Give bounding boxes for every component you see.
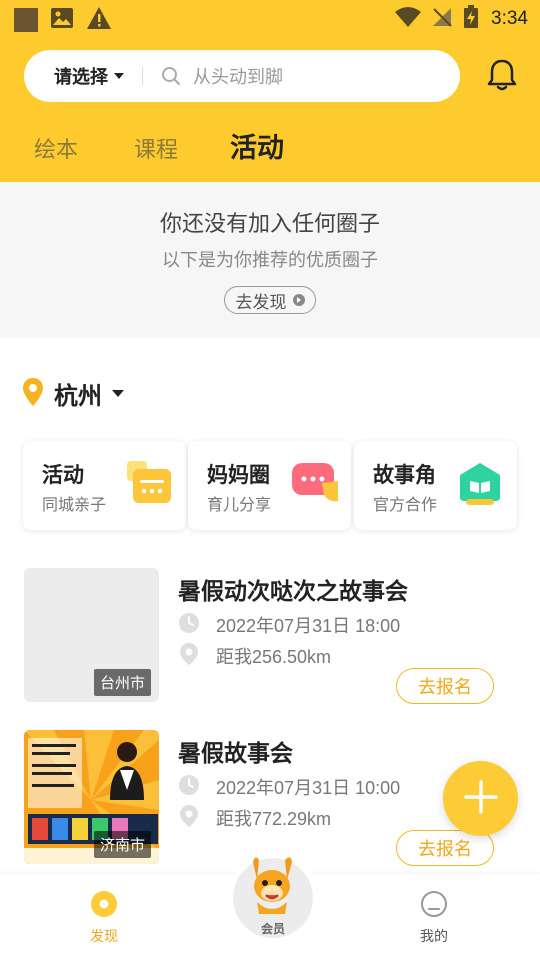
warning-icon [86,6,112,34]
category-title: 妈妈圈 [207,463,270,487]
tab-picture-books[interactable]: 绘本 [34,132,78,164]
category-subtitle: 官方合作 [373,495,438,514]
activity-title: 暑假动次哒次之故事会 [178,579,408,605]
signup-button[interactable]: 去报名 [396,668,494,704]
empty-subtitle: 以下是为你推荐的优质圈子 [162,250,378,271]
category-card-activity[interactable]: 活动 同城亲子 [23,441,186,530]
activity-thumbnail: 台州市 [24,568,159,702]
activity-item[interactable]: 台州市 暑假动次哒次之故事会 2022年07月31日 18:00 距我256.5… [24,568,524,704]
activity-datetime-row: 2022年07月31日 18:00 [178,612,400,638]
discover-icon [90,891,118,922]
search-bar: 请选择 从头动到脚 [24,50,460,102]
discover-button[interactable]: 去发现 [224,286,316,314]
no-signal-icon [431,6,453,32]
plus-icon [463,779,499,819]
city-tag: 济南市 [93,831,151,858]
image-icon [50,7,74,33]
nav-discover-label: 发现 [90,929,118,945]
city-tag: 台州市 [93,669,151,696]
category-card-story[interactable]: 故事角 官方合作 [354,441,517,530]
header: 请选择 从头动到脚 绘本 课程 活动 [0,36,540,182]
location-icon [178,642,200,670]
tab-activities[interactable]: 活动 [230,126,284,165]
activity-distance-row: 距我772.29km [178,804,331,832]
region-select[interactable]: 请选择 [54,63,124,89]
tab-courses[interactable]: 课程 [134,132,178,164]
activity-title: 暑假故事会 [178,741,293,767]
activity-distance: 距我772.29km [216,809,332,829]
region-select-label: 请选择 [54,67,108,88]
nav-mine-label: 我的 [420,929,448,945]
bell-icon[interactable] [486,58,518,96]
tab-bar: 绘本 课程 活动 [0,126,540,166]
add-fab-button[interactable] [443,761,518,836]
nav-member-label: 会员 [260,922,285,936]
activity-icon [127,461,173,509]
empty-circles-panel: 你还没有加入任何圈子 以下是为你推荐的优质圈子 去发现 [0,182,540,338]
category-title: 活动 [42,463,84,487]
nav-discover[interactable]: 发现 [74,890,134,946]
status-time: 3:34 [491,8,528,29]
search-icon [161,66,181,86]
category-subtitle: 育儿分享 [207,495,272,514]
wifi-icon [395,6,422,32]
activity-datetime-row: 2022年07月31日 10:00 [178,774,400,800]
nav-member[interactable]: 会员 [233,856,313,938]
activity-distance: 距我256.50km [216,647,332,667]
battery-icon [463,5,479,33]
caret-down-icon [114,73,124,79]
city-select[interactable]: 杭州 [22,376,124,411]
category-card-moms[interactable]: 妈妈圈 育儿分享 [188,441,351,530]
clock-icon [178,774,200,800]
activity-datetime: 2022年07月31日 18:00 [216,616,401,636]
search-input[interactable]: 从头动到脚 [193,63,283,89]
empty-title: 你还没有加入任何圈子 [159,212,380,237]
category-subtitle: 同城亲子 [42,495,107,514]
kangaroo-mascot-icon [245,856,301,922]
bottom-nav: 发现 会员 我的 [0,852,540,960]
discover-button-label: 去发现 [235,292,287,313]
profile-icon [420,891,448,922]
status-bar: 3:34 [0,0,540,36]
nav-mine[interactable]: 我的 [404,890,464,946]
app-notification-icon [14,8,38,32]
category-title: 故事角 [373,463,436,487]
activity-distance-row: 距我256.50km [178,642,331,670]
activity-datetime: 2022年07月31日 10:00 [216,778,401,798]
caret-down-icon [112,390,124,397]
location-icon [178,804,200,832]
book-icon [458,461,502,511]
chat-bubble-icon [292,461,340,509]
city-name: 杭州 [54,382,102,410]
clock-icon [178,612,200,638]
arrow-right-icon [292,294,305,306]
location-pin-icon [22,377,44,411]
activity-thumbnail: 济南市 [24,730,159,864]
search-divider [142,67,143,85]
